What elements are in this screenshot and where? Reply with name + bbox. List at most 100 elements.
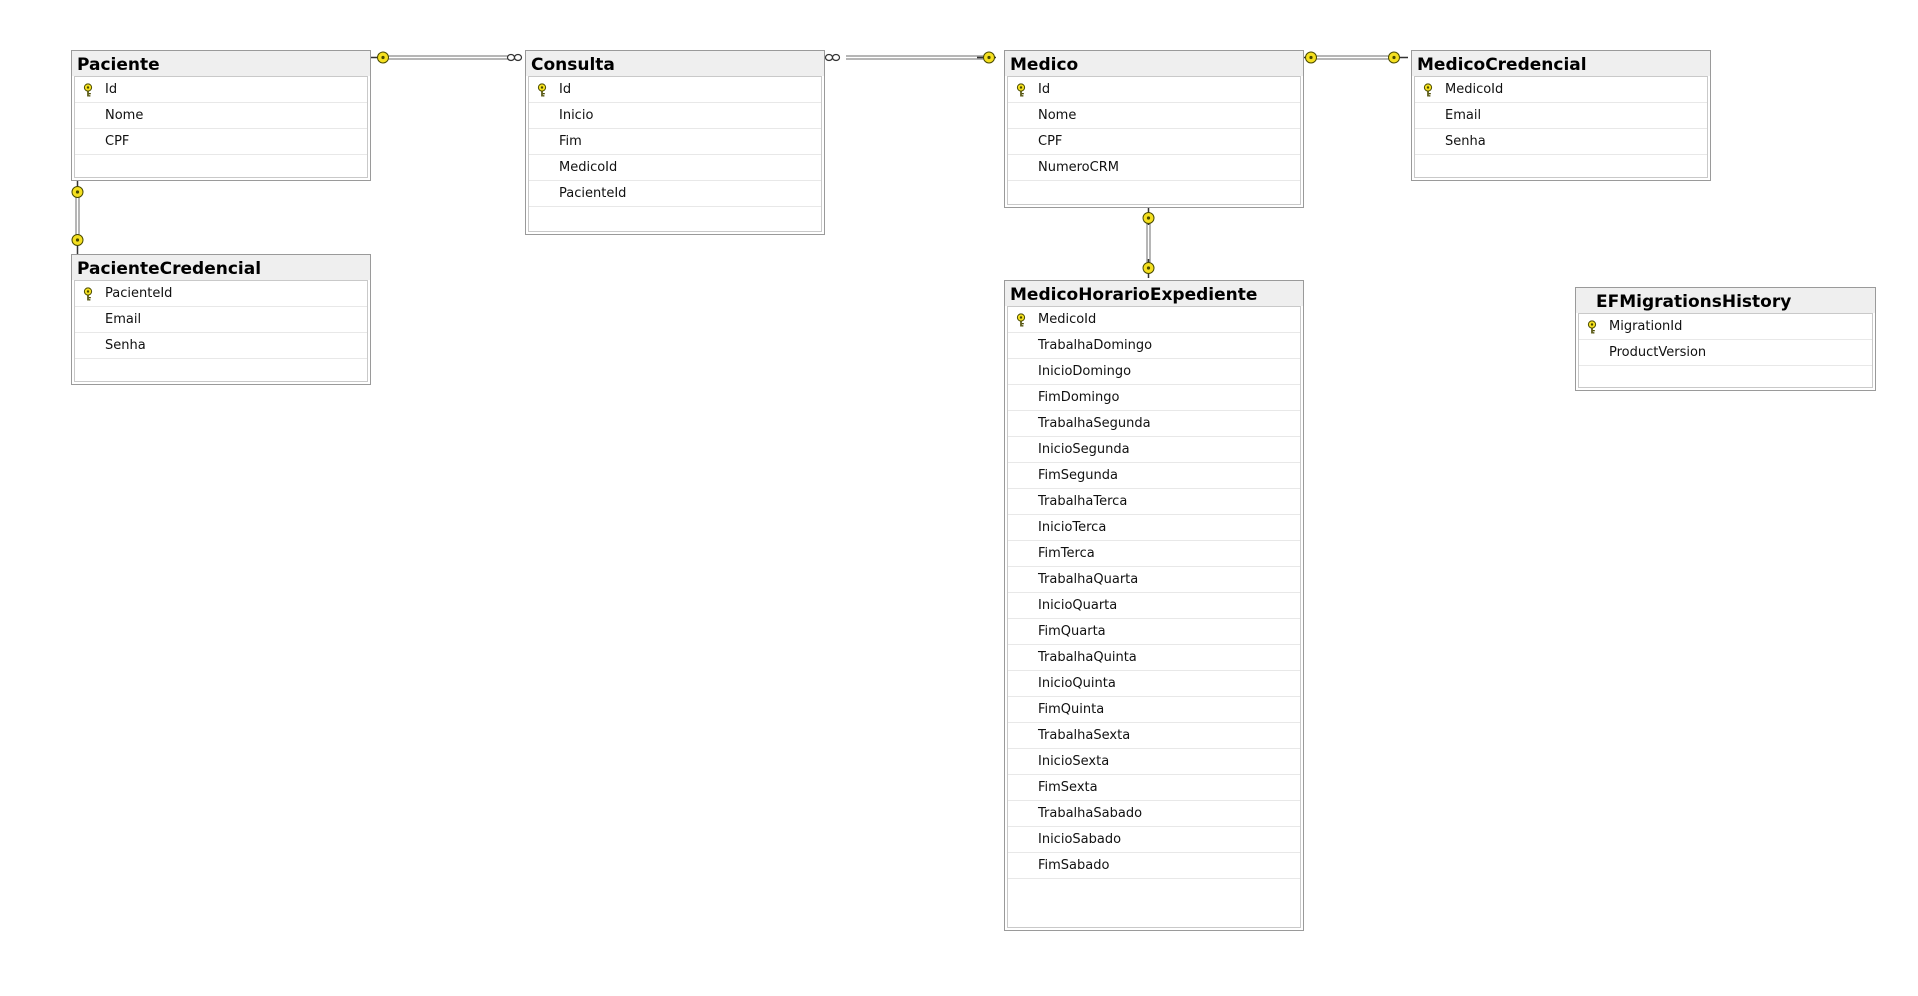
rel-consulta-medico[interactable] [824,51,997,64]
column-row[interactable]: Inicio [529,103,821,129]
column-row[interactable]: ProductVersion [1579,340,1872,366]
column-row[interactable]: Nome [75,103,367,129]
primary-key-icon [1422,82,1434,97]
table-title: Medico [1005,51,1303,76]
rel-paciente-consulta[interactable] [370,51,523,64]
column-row[interactable]: PacienteId [529,181,821,207]
column-name: Senha [1445,134,1486,149]
rel-paciente-pacientecredencial[interactable] [71,180,84,254]
table-title: MedicoHorarioExpediente [1005,281,1303,306]
column-row[interactable]: Email [1415,103,1707,129]
one-end-key-icon [71,180,84,198]
column-row[interactable]: NumeroCRM [1008,155,1300,181]
column-row[interactable]: MedicoId [529,155,821,181]
column-row[interactable]: Id [1008,77,1300,103]
column-name: Email [1445,108,1482,123]
column-row[interactable]: FimQuinta [1008,697,1300,723]
column-row[interactable]: TrabalhaSabado [1008,801,1300,827]
column-name: TrabalhaDomingo [1038,338,1153,353]
column-name: InicioTerca [1038,520,1107,535]
column-row[interactable]: InicioSabado [1008,827,1300,853]
table-consulta[interactable]: Consulta Id Inicio Fim MedicoId PacienteId [525,50,825,235]
column-row[interactable]: FimTerca [1008,541,1300,567]
one-end-key-icon [71,234,84,254]
column-name: ProductVersion [1609,345,1707,360]
column-row[interactable]: MedicoId [1415,77,1707,103]
column-row[interactable]: Email [75,307,367,333]
column-row[interactable]: TrabalhaDomingo [1008,333,1300,359]
table-title: MedicoCredencial [1412,51,1710,76]
column-row[interactable]: MedicoId [1008,307,1300,333]
table-paciente[interactable]: Paciente Id Nome CPF [71,50,371,181]
column-name: InicioSegunda [1038,442,1130,457]
column-name: MedicoId [1038,312,1097,327]
one-end-key-icon [977,51,996,64]
column-row[interactable]: Id [75,77,367,103]
column-name: InicioSabado [1038,832,1122,847]
column-row[interactable]: FimSegunda [1008,463,1300,489]
column-name: FimDomingo [1038,390,1120,405]
column-row[interactable]: TrabalhaTerca [1008,489,1300,515]
column-row[interactable]: FimQuarta [1008,619,1300,645]
column-row[interactable]: Id [529,77,821,103]
column-name: Senha [105,338,146,353]
column-row[interactable]: InicioTerca [1008,515,1300,541]
column-row[interactable]: TrabalhaSegunda [1008,411,1300,437]
column-row[interactable]: Fim [529,129,821,155]
column-row[interactable]: InicioQuarta [1008,593,1300,619]
primary-key-icon [536,82,548,97]
column-name: Nome [105,108,144,123]
column-name: PacienteId [559,186,627,201]
column-name: InicioDomingo [1038,364,1132,379]
column-name: CPF [105,134,130,149]
column-row[interactable]: InicioSexta [1008,749,1300,775]
one-end-key-icon [1142,207,1155,225]
primary-key-icon [82,82,94,97]
table-title: Paciente [72,51,370,76]
column-row[interactable]: Senha [1415,129,1707,155]
column-row[interactable]: TrabalhaQuarta [1008,567,1300,593]
rel-medico-medicocredencial[interactable] [1298,51,1408,64]
table-efmigrationshistory[interactable]: EFMigrationsHistory MigrationId ProductVe… [1575,287,1876,391]
column-row[interactable]: PacienteId [75,281,367,307]
column-name: Inicio [559,108,594,123]
table-pacientecredencial[interactable]: PacienteCredencial PacienteId Email Senha [71,254,371,385]
column-name: FimSexta [1038,780,1098,795]
column-name: InicioSexta [1038,754,1110,769]
column-name: InicioQuinta [1038,676,1116,691]
table-medicohorarioexpediente[interactable]: MedicoHorarioExpediente MedicoId Trabalha… [1004,280,1304,931]
table-medico[interactable]: Medico Id Nome CPF NumeroCRM [1004,50,1304,208]
column-row[interactable]: InicioDomingo [1008,359,1300,385]
column-name: CPF [1038,134,1063,149]
column-name: PacienteId [105,286,173,301]
one-end-key-icon [370,51,389,64]
column-row[interactable]: CPF [75,129,367,155]
primary-key-icon [1015,82,1027,97]
column-row[interactable]: FimSexta [1008,775,1300,801]
column-name: TrabalhaSegunda [1038,416,1151,431]
column-row[interactable]: FimSabado [1008,853,1300,879]
column-name: Id [1038,82,1051,97]
column-row[interactable]: TrabalhaSexta [1008,723,1300,749]
rel-medico-medicohorarioexpediente[interactable] [1142,207,1155,278]
column-name: MedicoId [1445,82,1504,97]
one-end-key-icon [1142,259,1155,278]
column-name: MigrationId [1609,319,1683,334]
column-row[interactable]: TrabalhaQuinta [1008,645,1300,671]
column-name: MedicoId [559,160,618,175]
column-name: Fim [559,134,582,149]
column-name: TrabalhaSexta [1038,728,1131,743]
table-title: PacienteCredencial [72,255,370,280]
column-row[interactable]: CPF [1008,129,1300,155]
column-row[interactable]: MigrationId [1579,314,1872,340]
column-row[interactable]: Senha [75,333,367,359]
column-row[interactable]: FimDomingo [1008,385,1300,411]
column-row[interactable]: InicioQuinta [1008,671,1300,697]
column-row[interactable]: InicioSegunda [1008,437,1300,463]
column-row[interactable]: Nome [1008,103,1300,129]
one-end-key-icon [1388,51,1408,64]
column-name: Email [105,312,142,327]
table-medicocredencial[interactable]: MedicoCredencial MedicoId Email Senha [1411,50,1711,181]
column-name: Nome [1038,108,1077,123]
column-name: TrabalhaSabado [1038,806,1143,821]
